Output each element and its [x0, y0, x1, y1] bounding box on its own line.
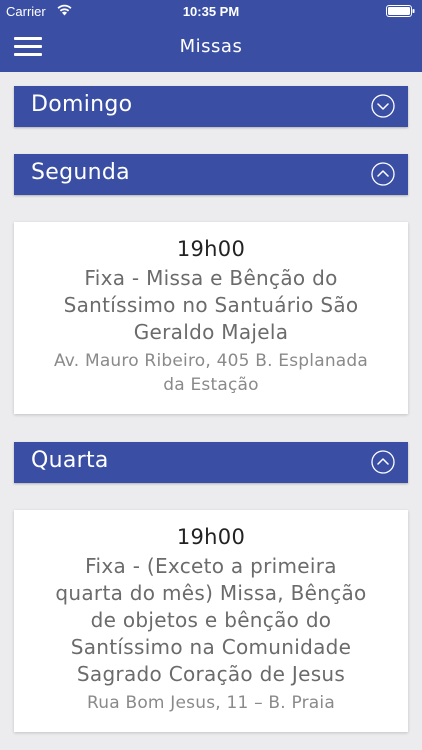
mass-address: Av. Mauro Ribeiro, 405 B. Esplanada da E…	[53, 351, 369, 395]
day-label: Segunda	[31, 160, 130, 185]
mass-time: 19h00	[176, 237, 246, 261]
status-time: 10:35 PM	[182, 4, 240, 19]
day-label: Quarta	[31, 448, 109, 473]
chevron-up-icon	[371, 450, 395, 474]
chevron-down-icon	[371, 94, 395, 118]
day-header-domingo[interactable]: Domingo	[14, 86, 408, 127]
app-header: Carrier 10:35 PM Missas	[0, 0, 422, 72]
day-header-quarta[interactable]: Quarta	[14, 442, 408, 483]
mass-card: 19h00 Fixa - (Exceto a primeira quarta d…	[14, 510, 408, 732]
day-label: Domingo	[31, 92, 133, 117]
mass-description: Fixa - (Exceto a primeira quarta do mês)…	[55, 554, 367, 686]
status-bar: Carrier 10:35 PM	[0, 0, 422, 22]
mass-time: 19h00	[176, 525, 246, 549]
page-title: Missas	[179, 36, 243, 57]
day-header-segunda[interactable]: Segunda	[14, 154, 408, 195]
battery-icon	[386, 5, 415, 17]
chevron-up-icon	[371, 162, 395, 186]
mass-description: Fixa - Missa e Bênção do Santíssimo no S…	[63, 266, 359, 344]
mass-address: Rua Bom Jesus, 11 – B. Praia	[87, 693, 335, 713]
mass-card: 19h00 Fixa - Missa e Bênção do Santíssim…	[14, 222, 408, 414]
